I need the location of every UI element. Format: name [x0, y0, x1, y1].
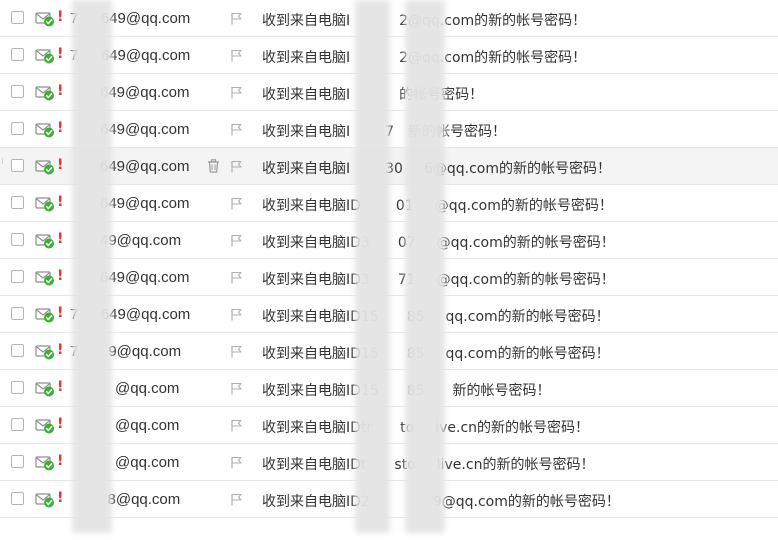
mail-checkbox[interactable] — [11, 122, 24, 135]
mail-checkbox[interactable] — [11, 196, 24, 209]
mail-checkbox[interactable] — [11, 492, 24, 505]
priority-icon: ! — [57, 83, 64, 99]
envelope-check-icon — [35, 307, 55, 323]
envelope-check-icon — [35, 233, 55, 249]
priority-icon: ! — [57, 416, 64, 432]
flag-icon[interactable] — [230, 456, 243, 469]
mail-checkbox[interactable] — [11, 344, 24, 357]
mail-checkbox[interactable] — [11, 159, 24, 172]
mail-checkbox[interactable] — [11, 85, 24, 98]
priority-icon: ! — [57, 231, 64, 247]
envelope-check-icon — [35, 344, 55, 360]
envelope-check-icon — [35, 159, 55, 175]
flag-icon[interactable] — [230, 234, 243, 247]
envelope-check-icon — [35, 196, 55, 212]
priority-icon: ! — [57, 305, 64, 321]
envelope-check-icon — [35, 381, 55, 397]
redaction-mask — [405, 0, 445, 533]
redaction-mask — [355, 0, 390, 533]
priority-icon: ! — [57, 342, 64, 358]
priority-icon: ! — [57, 194, 64, 210]
envelope-check-icon — [35, 455, 55, 471]
drag-handle-icon[interactable]: ⁞ — [1, 158, 5, 172]
redaction-mask — [72, 0, 112, 533]
flag-icon[interactable] — [230, 419, 243, 432]
mail-checkbox[interactable] — [11, 11, 24, 24]
flag-icon[interactable] — [230, 308, 243, 321]
priority-icon: ! — [57, 490, 64, 506]
flag-icon[interactable] — [230, 345, 243, 358]
priority-icon: ! — [57, 9, 64, 25]
mail-checkbox[interactable] — [11, 307, 24, 320]
flag-icon[interactable] — [230, 49, 243, 62]
priority-icon: ! — [57, 120, 64, 136]
flag-icon[interactable] — [230, 197, 243, 210]
envelope-check-icon — [35, 418, 55, 434]
priority-icon: ! — [57, 379, 64, 395]
envelope-check-icon — [35, 270, 55, 286]
envelope-check-icon — [35, 122, 55, 138]
priority-icon: ! — [57, 268, 64, 284]
flag-icon[interactable] — [230, 86, 243, 99]
mail-checkbox[interactable] — [11, 418, 24, 431]
envelope-check-icon — [35, 492, 55, 508]
flag-icon[interactable] — [230, 123, 243, 136]
mail-checkbox[interactable] — [11, 48, 24, 61]
mail-checkbox[interactable] — [11, 381, 24, 394]
trash-icon[interactable] — [207, 159, 220, 173]
priority-icon: ! — [57, 46, 64, 62]
flag-icon[interactable] — [230, 382, 243, 395]
envelope-check-icon — [35, 48, 55, 64]
mail-checkbox[interactable] — [11, 233, 24, 246]
mail-checkbox[interactable] — [11, 270, 24, 283]
flag-icon[interactable] — [230, 271, 243, 284]
priority-icon: ! — [57, 453, 64, 469]
priority-icon: ! — [57, 157, 64, 173]
flag-icon[interactable] — [230, 493, 243, 506]
envelope-check-icon — [35, 11, 55, 27]
flag-icon[interactable] — [230, 160, 243, 173]
flag-icon[interactable] — [230, 12, 243, 25]
envelope-check-icon — [35, 85, 55, 101]
mail-checkbox[interactable] — [11, 455, 24, 468]
